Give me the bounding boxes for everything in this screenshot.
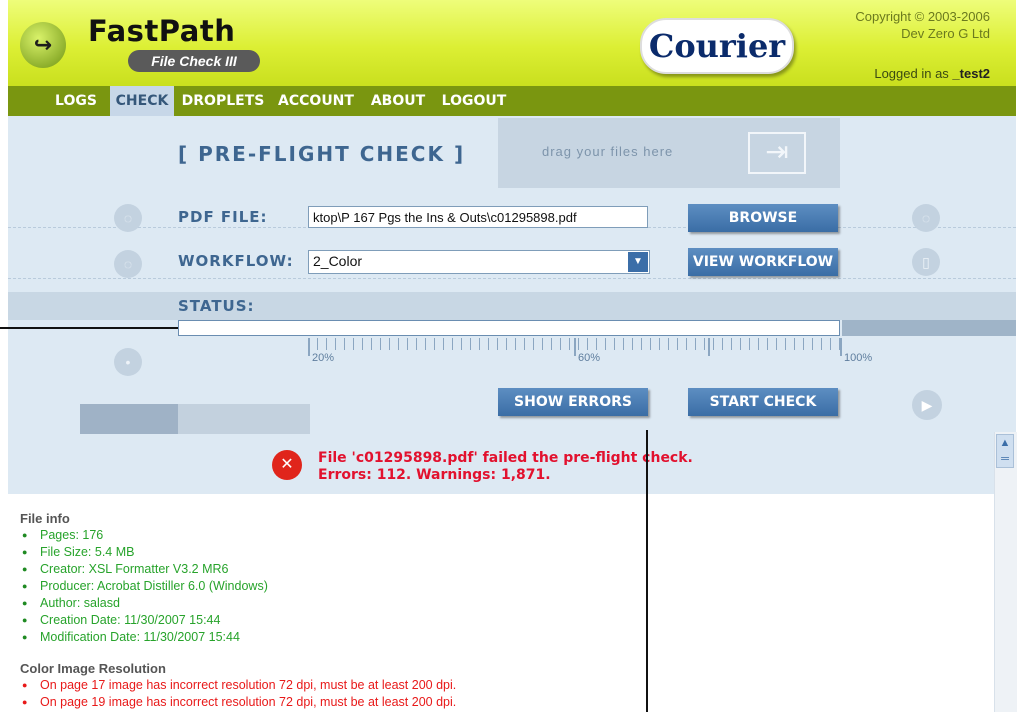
product-subtitle: File Check III (128, 50, 260, 72)
tick-label-100: 100% (844, 352, 873, 364)
start-check-button[interactable]: START CHECK (688, 388, 838, 416)
decor-block (178, 404, 310, 434)
list-item: File Size: 5.4 MB (20, 544, 990, 561)
file-info-list: Pages: 176 File Size: 5.4 MB Creator: XS… (20, 527, 990, 646)
copyright-line: Copyright © 2003-2006 (855, 9, 990, 24)
list-item: Modification Date: 11/30/2007 15:44 (20, 629, 990, 646)
status-icon: • (114, 348, 142, 376)
nav-logout[interactable]: LOGOUT (438, 86, 510, 116)
tick-mark (708, 338, 710, 356)
tick-mark (574, 338, 576, 356)
browse-button[interactable]: BROWSE (688, 204, 838, 232)
status-label: STATUS: (178, 297, 255, 315)
pdf-file-field[interactable]: ktop\P 167 Pgs the Ins & Outs\c01295898.… (308, 206, 648, 228)
nav-droplets[interactable]: DROPLETS (180, 86, 266, 116)
login-status: Logged in as _test2 (800, 66, 990, 81)
tick-label-60: 60% (578, 352, 601, 364)
brand-name: FastPath (88, 14, 236, 48)
nav-about[interactable]: ABOUT (366, 86, 430, 116)
nav-account[interactable]: ACCOUNT (274, 86, 358, 116)
file-info-heading: File info (20, 511, 70, 526)
pdf-file-label: PDF FILE: (178, 208, 268, 226)
tick-label-20: 20% (312, 352, 335, 364)
list-item: On page 19 image has incorrect resolutio… (20, 694, 990, 711)
status-band (8, 292, 1016, 320)
view-workflow-button[interactable]: VIEW WORKFLOW (688, 248, 838, 276)
report: File info Pages: 176 File Size: 5.4 MB C… (20, 510, 990, 711)
document-icon: ▯ (912, 248, 940, 276)
company-name: Dev Zero G Ltd (901, 26, 990, 41)
workflow-value: 2_Color (313, 253, 363, 269)
fastpath-logo-icon: ↪ (20, 22, 66, 68)
list-item: Creation Date: 11/30/2007 15:44 (20, 612, 990, 629)
page-title: [ PRE-FLIGHT CHECK ] (178, 142, 466, 166)
list-item: Author: salasd (20, 595, 990, 612)
copyright: Copyright © 2003-2006 Dev Zero G Ltd (800, 8, 990, 42)
chevron-down-icon[interactable]: ▼ (628, 252, 648, 272)
main-nav: LOGS CHECK DROPLETS ACCOUNT ABOUT LOGOUT (8, 86, 1016, 116)
error-line-2: Errors: 112. Warnings: 1,871. (318, 467, 551, 483)
error-line-1: File 'c01295898.pdf' failed the pre-flig… (318, 450, 693, 466)
report-scrollbar[interactable] (994, 432, 1017, 712)
color-resolution-heading: Color Image Resolution (20, 661, 166, 676)
list-item: On page 17 image has incorrect resolutio… (20, 677, 990, 694)
nav-logs[interactable]: LOGS (50, 86, 102, 116)
file-drop-zone[interactable]: drag your files here ⇥ (498, 118, 840, 188)
workflow-select[interactable]: 2_Color ▼ (308, 250, 650, 274)
show-errors-button[interactable]: SHOW ERRORS (498, 388, 648, 416)
color-resolution-list: On page 17 image has incorrect resolutio… (20, 677, 990, 711)
file-icon: ◌ (114, 204, 142, 232)
error-message: File 'c01295898.pdf' failed the pre-flig… (318, 450, 693, 484)
list-item: Creator: XSL Formatter V3.2 MR6 (20, 561, 990, 578)
courier-logo: Courier (640, 18, 794, 74)
logged-in-label: Logged in as (874, 66, 949, 81)
callout-line (646, 430, 648, 712)
nav-check[interactable]: CHECK (110, 86, 174, 116)
workflow-label: WORKFLOW: (178, 252, 294, 270)
status-band-end (842, 320, 1016, 336)
status-progress-bar (178, 320, 840, 336)
drop-zone-text: drag your files here (542, 144, 674, 159)
list-item: Pages: 176 (20, 527, 990, 544)
callout-line (0, 327, 178, 329)
error-icon: ✕ (272, 450, 302, 480)
scroll-up-icon[interactable]: ▲ ═ (996, 434, 1014, 468)
decor-block (80, 404, 178, 434)
play-arrow-icon[interactable]: ▶ (912, 390, 942, 420)
list-item: Producer: Acrobat Distiller 6.0 (Windows… (20, 578, 990, 595)
username: _test2 (952, 66, 990, 81)
tick-mark (308, 338, 310, 356)
divider (8, 278, 1016, 280)
drop-arrow-icon: ⇥ (748, 132, 806, 174)
workflow-icon: ◌ (114, 250, 142, 278)
tick-mark (840, 338, 842, 356)
upload-icon: ◌ (912, 204, 940, 232)
